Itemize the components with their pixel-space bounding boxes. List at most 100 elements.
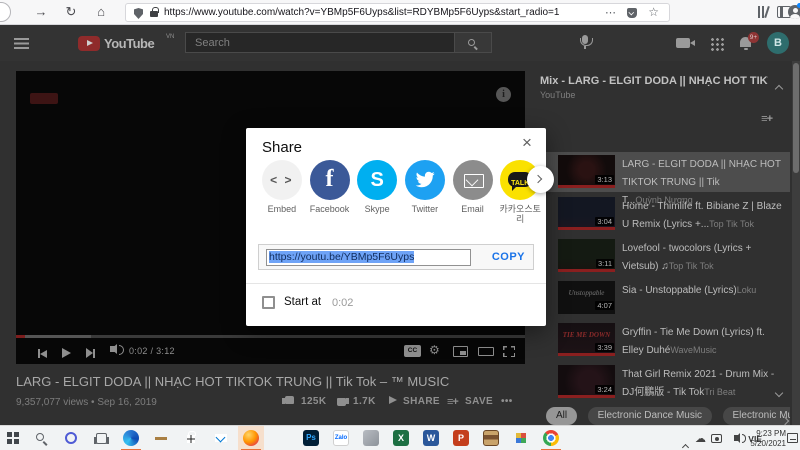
task-view-button[interactable] <box>88 426 114 450</box>
apps-grid-icon[interactable] <box>710 37 724 51</box>
previous-button[interactable] <box>38 345 47 363</box>
forward-button[interactable]: → <box>32 3 50 21</box>
onedrive-cloud-icon[interactable]: ☁ <box>695 432 706 445</box>
winrar-button[interactable] <box>478 426 504 450</box>
embed-icon[interactable]: < > <box>261 160 302 200</box>
firefox-button[interactable] <box>238 426 264 450</box>
video-thumbnail[interactable]: Unstoppable 4:07 <box>558 281 615 314</box>
start-at-value[interactable]: 0:02 <box>332 297 353 309</box>
photoshop-button[interactable]: Ps <box>298 426 324 450</box>
taskbar-search-button[interactable] <box>28 426 54 450</box>
playlist-item[interactable]: TIE ME DOWN 3:39 Gryffin - Tie Me Down (L… <box>540 320 790 360</box>
video-thumbnail[interactable]: TIE ME DOWN 3:39 <box>558 323 615 356</box>
save-icon[interactable]: ≡+ <box>447 396 459 408</box>
file-explorer-button[interactable] <box>148 426 174 450</box>
like-icon[interactable] <box>282 396 294 407</box>
youtube-logo-text[interactable]: YouTube <box>104 36 155 51</box>
settings-gear-icon[interactable]: ⚙ <box>429 343 440 357</box>
library-icon[interactable] <box>757 5 771 19</box>
cortana-button[interactable] <box>58 426 84 450</box>
paint3d-button[interactable] <box>358 426 384 450</box>
video-thumbnail[interactable]: 3:11 <box>558 239 615 272</box>
volume-icon[interactable] <box>110 343 124 355</box>
chip-electronic-dance-music[interactable]: Electronic Dance Music <box>587 407 713 425</box>
mail-button[interactable] <box>208 426 234 450</box>
photos-button[interactable] <box>268 426 294 450</box>
playlist-item-title[interactable]: That Girl Remix 2021 - Drum Mix - DJ何鵬版 … <box>622 369 774 398</box>
chips-next-icon[interactable] <box>780 411 790 425</box>
utility-button[interactable] <box>508 426 534 450</box>
page-scrollbar[interactable] <box>792 61 800 425</box>
address-bar[interactable]: https://www.youtube.com/watch?v=YBMp5F6U… <box>125 3 670 22</box>
share-target-email[interactable]: Email <box>449 160 497 222</box>
captions-icon[interactable]: CC <box>404 345 421 357</box>
action-center-icon[interactable] <box>787 433 798 443</box>
share-target-twitter[interactable]: Twitter <box>401 160 449 222</box>
chip-electronic-music[interactable]: Electronic Mus <box>722 407 790 425</box>
share-url-input[interactable]: https://youtu.be/YBMp5F6Uyps <box>266 249 471 266</box>
page-actions-icon[interactable]: ⋯ <box>605 6 617 19</box>
back-button[interactable] <box>0 2 11 22</box>
playlist-item[interactable]: 3:11 Lovefool - twocolors (Lyrics + Viet… <box>540 236 790 276</box>
share-target-facebook[interactable]: f Facebook <box>306 160 354 222</box>
skype-icon[interactable]: S <box>357 160 398 200</box>
playlist-expand-icon[interactable] <box>774 383 784 401</box>
playlist-item-title[interactable]: Home - Thimlife ft. Bibiane Z | Blaze U … <box>622 201 782 230</box>
video-thumbnail[interactable]: 3:24 <box>558 365 615 398</box>
create-video-icon[interactable] <box>676 38 695 48</box>
bookmark-star-icon[interactable]: ☆ <box>648 5 659 19</box>
play-button[interactable] <box>62 345 71 363</box>
volume-speaker-icon[interactable] <box>734 433 746 443</box>
youtube-logo-icon[interactable] <box>78 36 100 51</box>
refresh-button[interactable]: ↻ <box>62 3 80 21</box>
chrome-button[interactable] <box>538 426 564 450</box>
home-button[interactable]: ⌂ <box>92 3 110 21</box>
share-arrow-icon[interactable] <box>389 396 397 407</box>
share-target-embed[interactable]: < > Embed <box>258 160 306 222</box>
playlist-title[interactable]: Mix - LARG - ELGIT DODA || NHẠC HOT TIKT… <box>540 75 768 87</box>
close-icon[interactable]: × <box>518 133 536 153</box>
fullscreen-icon[interactable] <box>503 346 515 357</box>
copy-button[interactable]: COPY <box>492 251 525 263</box>
clock[interactable]: 9:23 PM 5/20/2021 <box>750 429 786 448</box>
url-text[interactable]: https://www.youtube.com/watch?v=YBMp5F6U… <box>164 7 604 20</box>
info-icon[interactable]: i <box>496 87 511 102</box>
store-button[interactable] <box>178 426 204 450</box>
dislike-icon[interactable] <box>337 398 346 409</box>
playlist-item[interactable]: 3:24 That Girl Remix 2021 - Drum Mix - D… <box>540 362 790 402</box>
voice-search-mic-icon[interactable] <box>579 35 593 49</box>
edge-button[interactable] <box>118 426 144 450</box>
video-thumbnail[interactable]: 3:04 <box>558 197 615 230</box>
zalo-button[interactable]: Zalo <box>328 426 354 450</box>
menu-hamburger-icon[interactable] <box>14 38 29 49</box>
scrollbar-thumb[interactable] <box>793 63 799 173</box>
tray-app-icon[interactable] <box>711 434 722 443</box>
video-thumbnail[interactable]: 3:13 <box>558 155 615 188</box>
more-actions-icon[interactable]: ••• <box>501 396 513 407</box>
start-button[interactable] <box>0 426 26 450</box>
excel-button[interactable]: X <box>388 426 414 450</box>
more-targets-arrow[interactable] <box>527 166 554 193</box>
email-envelope-icon[interactable] <box>452 160 493 200</box>
theater-mode-icon[interactable] <box>478 347 494 356</box>
playlist-item[interactable]: 3:13 LARG - ELGIT DODA || NHẠC HOT TIKTO… <box>540 152 790 206</box>
save-button[interactable]: SAVE <box>465 396 493 407</box>
show-hidden-icons[interactable] <box>681 437 690 450</box>
share-target-skype[interactable]: S Skype <box>353 160 401 222</box>
like-count[interactable]: 125K <box>301 396 327 407</box>
playlist-item[interactable]: 3:04 Home - Thimlife ft. Bibiane Z | Bla… <box>540 194 790 234</box>
playlist-item-title[interactable]: Sia - Unstoppable (Lyrics) <box>622 285 737 296</box>
start-at-checkbox[interactable] <box>262 296 275 309</box>
powerpoint-button[interactable]: P <box>448 426 474 450</box>
twitter-bird-icon[interactable] <box>404 160 445 200</box>
tracking-protection-shield-icon[interactable] <box>134 8 143 19</box>
account-avatar[interactable]: B <box>767 32 789 54</box>
playlist-add-icon[interactable]: ≡+ <box>761 113 773 125</box>
playlist-collapse-icon[interactable] <box>774 79 784 97</box>
pocket-icon[interactable] <box>627 8 637 18</box>
facebook-icon[interactable]: f <box>309 160 350 200</box>
chip-all[interactable]: All <box>546 407 578 425</box>
dislike-count[interactable]: 1.7K <box>353 396 376 407</box>
search-input[interactable]: Search <box>185 32 455 53</box>
miniplayer-icon[interactable] <box>453 346 468 357</box>
